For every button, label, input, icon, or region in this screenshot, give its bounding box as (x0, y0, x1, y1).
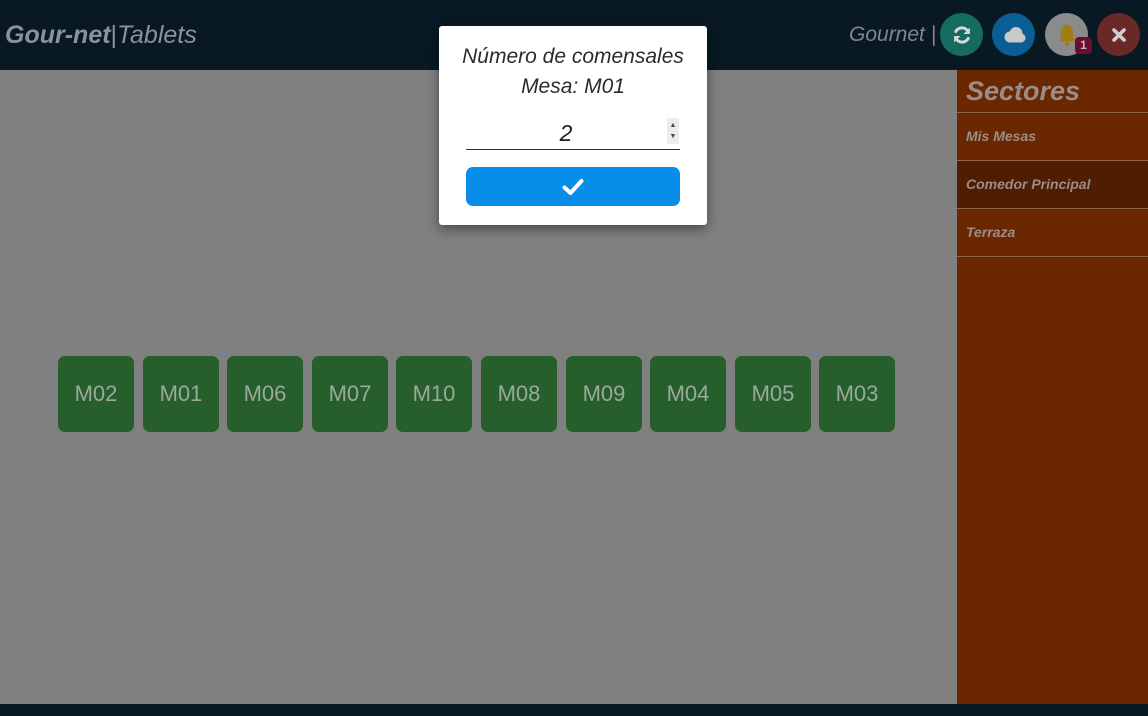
brand-subtitle: Tablets (117, 21, 197, 49)
modal-title: Número de comensales (462, 45, 684, 68)
app-brand: Gour-net|Tablets (5, 19, 197, 51)
table-button[interactable]: M09 (566, 356, 642, 432)
sidebar-item-mis-mesas[interactable]: Mis Mesas (957, 113, 1148, 161)
refresh-icon (953, 25, 970, 44)
brand-name: Gour-net (5, 21, 111, 49)
table-button[interactable]: M07 (312, 356, 388, 432)
table-button[interactable]: M05 (735, 356, 811, 432)
check-icon (562, 178, 584, 195)
sidebar-title: Sectores (957, 70, 1148, 113)
table-button[interactable]: M08 (481, 356, 557, 432)
diners-modal: Número de comensales Mesa: M01 2 ▲ ▼ (439, 26, 707, 225)
notification-badge: 1 (1075, 37, 1092, 54)
sidebar-item-comedor-principal[interactable]: Comedor Principal (957, 161, 1148, 209)
bottom-bar (0, 704, 1148, 716)
close-button[interactable] (1097, 13, 1140, 56)
sidebar-item-terraza[interactable]: Terraza (957, 209, 1148, 257)
user-label: Gournet | (849, 23, 937, 46)
table-button[interactable]: M10 (396, 356, 472, 432)
table-button[interactable]: M02 (58, 356, 134, 432)
refresh-button[interactable] (940, 13, 983, 56)
sectors-sidebar: Sectores Mis Mesas Comedor Principal Ter… (957, 70, 1148, 704)
modal-subtitle: Mesa: M01 (521, 75, 625, 98)
table-button[interactable]: M06 (227, 356, 303, 432)
confirm-button[interactable] (466, 167, 680, 206)
stepper-up-icon[interactable]: ▲ (667, 121, 679, 130)
stepper-down-icon[interactable]: ▼ (667, 132, 679, 141)
cloud-button[interactable] (992, 13, 1035, 56)
table-button[interactable]: M04 (650, 356, 726, 432)
table-button[interactable]: M01 (143, 356, 219, 432)
close-icon (1111, 27, 1126, 42)
table-button[interactable]: M03 (819, 356, 895, 432)
diners-value[interactable]: 2 (466, 118, 666, 148)
diners-number-input[interactable]: 2 ▲ ▼ (466, 116, 680, 150)
quantity-stepper[interactable]: ▲ ▼ (667, 118, 679, 144)
cloud-icon (1004, 26, 1025, 42)
